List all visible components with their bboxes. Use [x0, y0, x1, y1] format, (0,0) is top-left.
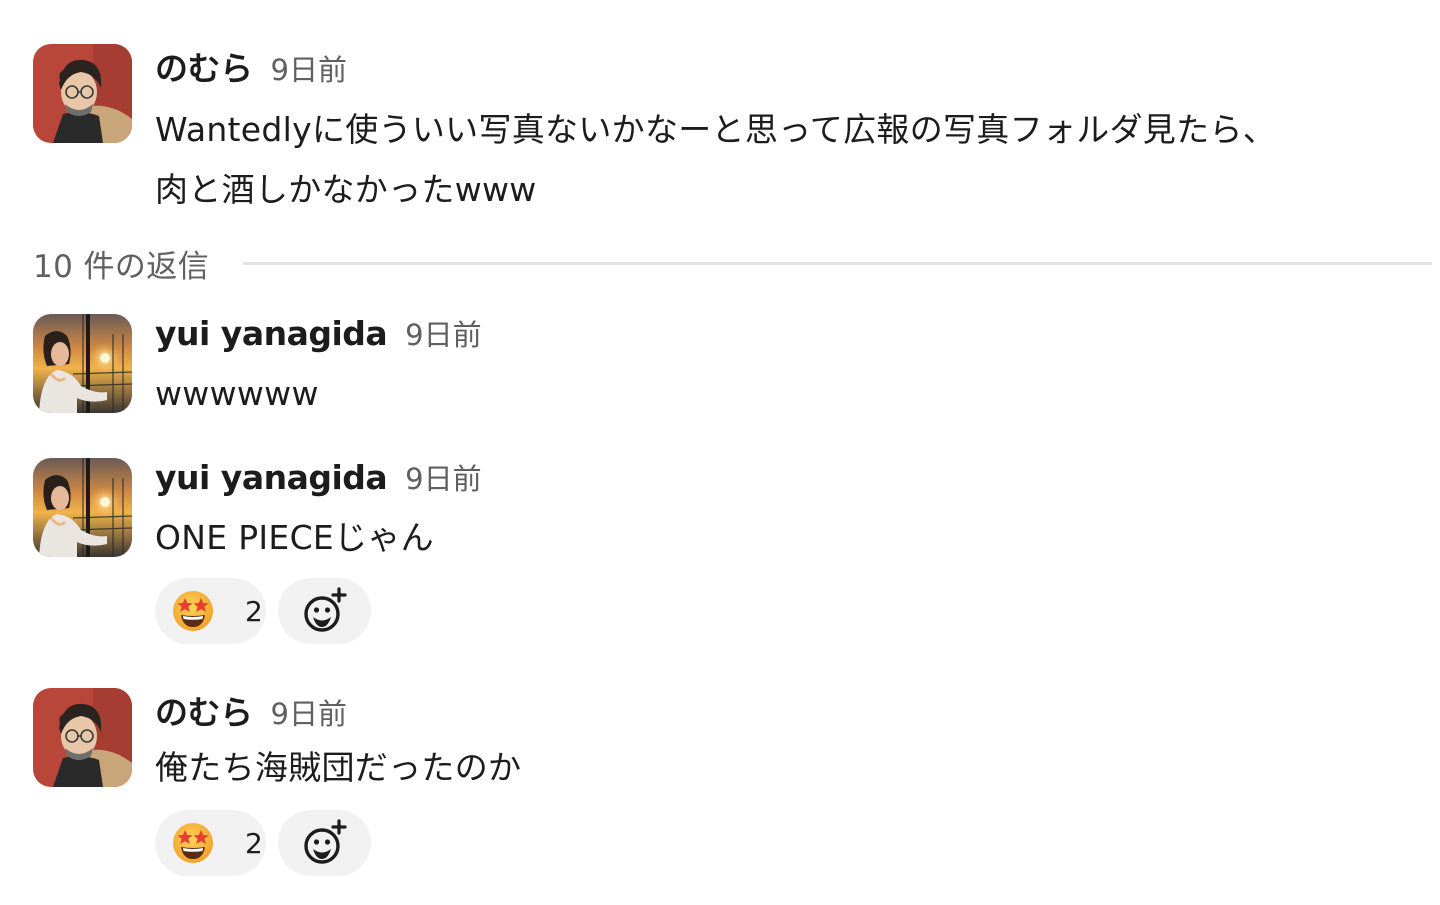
message-text: wwwwww	[155, 374, 319, 413]
avatar[interactable]	[33, 688, 132, 787]
avatar[interactable]	[33, 458, 132, 557]
user-avatar-image	[33, 458, 132, 557]
star-struck-emoji-icon	[171, 821, 215, 865]
message-text-line: 肉と酒しかなかったwww	[155, 170, 537, 209]
add-reaction-button[interactable]	[278, 810, 371, 876]
author-name[interactable]: のむら	[155, 42, 253, 90]
add-reaction-button[interactable]	[278, 578, 371, 644]
timestamp[interactable]: 9日前	[405, 312, 481, 354]
message-body: のむら 9日前 俺たち海賊団だったのか	[155, 686, 1432, 798]
separator-line	[243, 261, 1432, 265]
author-name[interactable]: yui yanagida	[155, 314, 388, 353]
message-body: yui yanagida 9日前 wwwwww	[155, 312, 1432, 424]
thread-view: のむら 9日前 Wantedlyに使ういい写真ないかなーと思って広報の写真フォル…	[0, 0, 1440, 905]
avatar[interactable]	[33, 44, 132, 143]
reply-count-separator: 10 件の返信	[33, 240, 1432, 286]
reactions-bar: 2	[155, 810, 371, 876]
reactions-bar: 2	[155, 578, 371, 644]
reaction-count: 2	[245, 594, 263, 628]
reaction-pill[interactable]: 2	[155, 810, 266, 876]
message-body: yui yanagida 9日前 ONE PIECEじゃん	[155, 456, 1432, 568]
author-name[interactable]: yui yanagida	[155, 458, 388, 497]
add-reaction-icon	[300, 818, 350, 868]
message-body: のむら 9日前 Wantedlyに使ういい写真ないかなーと思って広報の写真フォル…	[155, 42, 1432, 220]
message-text-line: Wantedlyに使ういい写真ないかなーと思って広報の写真フォルダ見たら、	[155, 110, 1276, 149]
timestamp[interactable]: 9日前	[405, 456, 481, 498]
message-text: ONE PIECEじゃん	[155, 518, 434, 557]
message-header: のむら 9日前	[155, 42, 1432, 88]
avatar[interactable]	[33, 314, 132, 413]
message-text: Wantedlyに使ういい写真ないかなーと思って広報の写真フォルダ見たら、 肉と…	[155, 100, 1432, 220]
user-avatar-image	[33, 44, 132, 143]
user-avatar-image	[33, 688, 132, 787]
message-header: yui yanagida 9日前	[155, 312, 1432, 354]
reply-count-label: 10 件の返信	[33, 248, 210, 285]
timestamp[interactable]: 9日前	[271, 691, 347, 733]
reaction-pill[interactable]: 2	[155, 578, 266, 644]
user-avatar-image	[33, 314, 132, 413]
reaction-count: 2	[245, 826, 263, 860]
author-name[interactable]: のむら	[155, 686, 253, 734]
message-header: yui yanagida 9日前	[155, 456, 1432, 498]
message-header: のむら 9日前	[155, 686, 1432, 732]
star-struck-emoji-icon	[171, 589, 215, 633]
message-text: 俺たち海賊団だったのか	[155, 748, 522, 787]
add-reaction-icon	[300, 586, 350, 636]
timestamp[interactable]: 9日前	[271, 47, 347, 89]
